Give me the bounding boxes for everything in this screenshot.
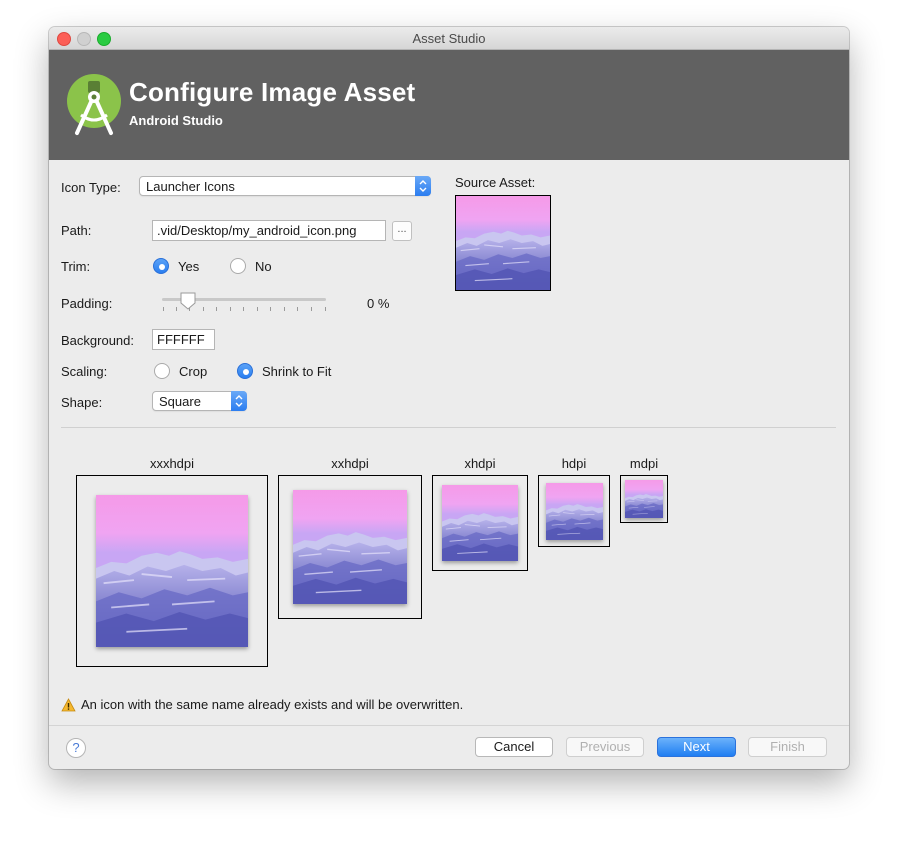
padding-label: Padding: bbox=[61, 296, 113, 311]
select-arrows-icon bbox=[231, 391, 247, 411]
slider-tick bbox=[176, 307, 177, 311]
preview-label-xxhdpi: xxhdpi bbox=[331, 456, 369, 471]
slider-tick bbox=[311, 307, 312, 311]
padding-slider-thumb[interactable] bbox=[180, 292, 196, 310]
padding-value: 0 % bbox=[367, 296, 390, 311]
banner-title: Configure Image Asset bbox=[129, 77, 416, 107]
scaling-crop-label[interactable]: Crop bbox=[179, 364, 207, 379]
source-image bbox=[456, 196, 550, 290]
trim-no-label[interactable]: No bbox=[255, 259, 272, 274]
previous-button[interactable]: Previous bbox=[566, 737, 644, 757]
hidden-asset-type-row bbox=[61, 200, 391, 206]
source-asset-label: Source Asset: bbox=[455, 175, 536, 190]
preview-frame-xxhdpi bbox=[278, 475, 422, 619]
preview-frame-mdpi bbox=[620, 475, 668, 523]
scaling-shrink-label[interactable]: Shrink to Fit bbox=[262, 364, 331, 379]
next-button[interactable]: Next bbox=[657, 737, 736, 757]
background-label: Background: bbox=[61, 333, 134, 348]
warning-icon bbox=[61, 697, 76, 711]
trim-label: Trim: bbox=[61, 259, 91, 274]
android-studio-logo-icon bbox=[67, 74, 121, 135]
slider-tick bbox=[230, 307, 231, 311]
scaling-crop-radio[interactable] bbox=[154, 363, 170, 379]
path-field[interactable]: .vid/Desktop/my_android_icon.png bbox=[152, 220, 386, 241]
warning-text: An icon with the same name already exist… bbox=[81, 697, 464, 712]
slider-tick bbox=[216, 307, 217, 311]
preview-image-mdpi bbox=[625, 480, 663, 518]
icon-type-select[interactable]: Launcher Icons bbox=[139, 176, 431, 196]
window-title: Asset Studio bbox=[412, 31, 486, 46]
asset-studio-window: Asset Studio Configure Image Asset Andro… bbox=[49, 27, 849, 769]
slider-tick bbox=[203, 307, 204, 311]
slider-tick bbox=[243, 307, 244, 311]
slider-tick bbox=[284, 307, 285, 311]
header-banner: Configure Image Asset Android Studio bbox=[49, 50, 849, 160]
shape-value: Square bbox=[159, 394, 201, 409]
scaling-shrink-radio[interactable] bbox=[237, 363, 253, 379]
preview-image-hdpi bbox=[546, 483, 603, 540]
scaling-label: Scaling: bbox=[61, 364, 108, 379]
shape-select[interactable]: Square bbox=[152, 391, 247, 411]
select-arrows-icon bbox=[415, 176, 431, 196]
preview-image-xhdpi bbox=[442, 485, 518, 561]
slider-tick bbox=[325, 307, 326, 311]
slider-tick bbox=[163, 307, 164, 311]
trim-yes-label[interactable]: Yes bbox=[178, 259, 199, 274]
preview-label-xxxhdpi: xxxhdpi bbox=[149, 456, 195, 471]
preview-label-hdpi: hdpi bbox=[561, 456, 587, 471]
source-asset-preview[interactable] bbox=[455, 195, 551, 291]
footer-divider bbox=[49, 725, 849, 726]
banner-subtitle: Android Studio bbox=[129, 113, 223, 128]
path-label: Path: bbox=[61, 223, 92, 238]
browse-button[interactable]: ... bbox=[392, 221, 412, 241]
title-bar: Asset Studio bbox=[49, 27, 849, 50]
slider-tick bbox=[270, 307, 271, 311]
cancel-button[interactable]: Cancel bbox=[475, 737, 553, 757]
slider-tick bbox=[297, 307, 298, 311]
trim-yes-radio[interactable] bbox=[153, 258, 169, 274]
icon-type-label: Icon Type: bbox=[61, 180, 121, 195]
preview-frame-hdpi bbox=[538, 475, 610, 547]
background-color-field[interactable]: FFFFFF bbox=[152, 329, 215, 350]
preview-frame-xhdpi bbox=[432, 475, 528, 571]
trim-no-radio[interactable] bbox=[230, 258, 246, 274]
overwrite-warning: An icon with the same name already exist… bbox=[61, 697, 463, 712]
finish-button[interactable]: Finish bbox=[748, 737, 827, 757]
shape-label: Shape: bbox=[61, 395, 103, 410]
preview-label-xhdpi: xhdpi bbox=[464, 456, 496, 471]
slider-tick bbox=[257, 307, 258, 311]
preview-image-xxhdpi bbox=[293, 490, 407, 604]
help-button[interactable]: ? bbox=[66, 738, 86, 758]
preview-label-mdpi: mdpi bbox=[629, 456, 659, 471]
preview-image-xxxhdpi bbox=[96, 495, 248, 647]
section-divider bbox=[61, 427, 836, 428]
icon-type-value: Launcher Icons bbox=[146, 179, 235, 194]
preview-frame-xxxhdpi bbox=[76, 475, 268, 667]
